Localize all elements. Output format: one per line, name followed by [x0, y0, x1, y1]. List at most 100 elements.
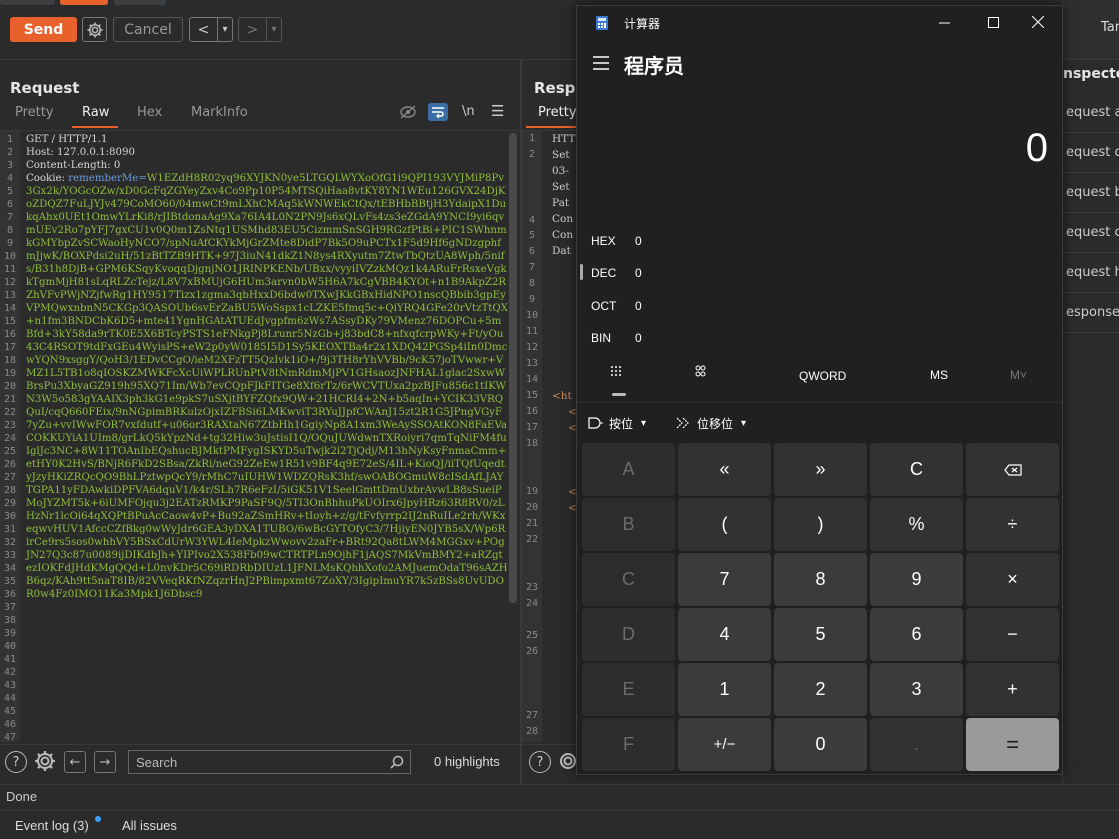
inspector-item[interactable]: equest at	[1063, 93, 1119, 133]
request-editor[interactable]: 1 2 3 4 5 6 7 8 9 10 11 12 13 14 15 16 17 18 19 20 21 22 2…	[0, 130, 520, 742]
all-issues-link[interactable]: All issues	[122, 818, 177, 833]
previous-match-button[interactable]: ←	[64, 751, 86, 773]
search-settings-button[interactable]	[33, 749, 57, 777]
key-3[interactable]: 3	[870, 663, 963, 716]
key-close-paren[interactable]: )	[774, 498, 867, 551]
search-settings-button[interactable]	[556, 749, 576, 777]
line-number: 7	[6, 212, 14, 223]
key-hex-f[interactable]: F	[582, 718, 675, 771]
search-input[interactable]: Search	[128, 750, 411, 774]
line-number: 23	[525, 582, 539, 593]
chevron-down-icon: ▾	[641, 417, 647, 429]
radix-hex[interactable]: HEX 0	[577, 228, 697, 252]
inspector-item[interactable]: equest he	[1063, 253, 1119, 293]
chevron-down-icon: ▾	[741, 417, 747, 429]
next-match-button[interactable]: →	[94, 751, 116, 773]
keypad-icon	[611, 366, 621, 376]
tab-hint[interactable]	[0, 0, 55, 5]
line-number: 13	[3, 290, 17, 301]
radix-bin[interactable]: BIN 0	[577, 325, 697, 349]
word-size-button[interactable]: QWORD	[799, 369, 846, 383]
key-subtract[interactable]: −	[966, 608, 1059, 661]
event-log-link[interactable]: Event log (3)	[15, 818, 89, 833]
bitwise-dropdown[interactable]: 按位 ▾	[587, 413, 646, 433]
key-right-shift[interactable]: »	[774, 443, 867, 496]
minimize-button[interactable]	[929, 10, 959, 34]
close-button[interactable]	[1023, 10, 1053, 34]
send-button[interactable]: Send	[10, 17, 77, 42]
full-keypad-button[interactable]	[610, 365, 628, 383]
forward-history-dropdown[interactable]: ▾	[267, 18, 281, 41]
key-divide[interactable]: ÷	[966, 498, 1059, 551]
status-text: Done	[6, 789, 38, 804]
inspector-item[interactable]: esponse h	[1063, 293, 1119, 333]
key-6[interactable]: 6	[870, 608, 963, 661]
key-hex-a[interactable]: A	[582, 443, 675, 496]
inspector-item[interactable]: equest qu	[1063, 133, 1119, 173]
line-number: 22	[525, 534, 539, 545]
tab-pretty[interactable]: Pretty	[15, 105, 54, 120]
forward-button[interactable]: >	[239, 18, 267, 41]
tab-target[interactable]: Tar	[1101, 20, 1119, 35]
settings-gear-button[interactable]	[82, 17, 107, 42]
memory-store-button[interactable]: MS	[930, 368, 948, 382]
response-line: Pat	[552, 197, 570, 209]
help-icon[interactable]: ?	[5, 751, 27, 773]
hamburger-menu-button[interactable]	[593, 56, 611, 70]
key-negate[interactable]: +/−	[678, 718, 771, 771]
tab-hint-active[interactable]	[60, 0, 108, 5]
cookie-name: rememberMe=	[68, 173, 147, 184]
radix-label: OCT	[591, 299, 617, 313]
key-clear[interactable]: C	[870, 443, 963, 496]
back-button[interactable]: <	[190, 18, 218, 41]
key-hex-d[interactable]: D	[582, 608, 675, 661]
hide-nonprintable-button[interactable]	[398, 103, 418, 121]
cancel-button[interactable]: Cancel	[113, 17, 183, 42]
key-decimal[interactable]: .	[870, 718, 963, 771]
key-open-paren[interactable]: (	[678, 498, 771, 551]
word-wrap-toggle[interactable]	[428, 103, 448, 121]
bit-toggle-keypad-button[interactable]	[694, 365, 712, 383]
editor-menu-icon[interactable]: ☰	[491, 102, 504, 120]
inspector-item[interactable]: equest bo	[1063, 173, 1119, 213]
back-history-dropdown[interactable]: ▾	[218, 18, 232, 41]
line-number: 15	[3, 316, 17, 327]
key-1[interactable]: 1	[678, 663, 771, 716]
bitshift-dropdown[interactable]: 位移位 ▾	[675, 413, 746, 433]
key-equals[interactable]: =	[966, 718, 1059, 771]
maximize-button[interactable]	[978, 10, 1008, 34]
memory-list-button[interactable]: M˅	[1010, 368, 1027, 382]
key-mod[interactable]: %	[870, 498, 963, 551]
tab-markinfo[interactable]: MarkInfo	[191, 105, 248, 120]
key-2[interactable]: 2	[774, 663, 867, 716]
request-text[interactable]: GET / HTTP/1.1 Host: 127.0.0.1:8090 Conten…	[26, 133, 508, 601]
tab-hint[interactable]	[114, 0, 166, 5]
vertical-scrollbar[interactable]	[509, 133, 517, 603]
key-backspace[interactable]	[966, 443, 1059, 496]
key-multiply[interactable]: ×	[966, 553, 1059, 606]
key-5[interactable]: 5	[774, 608, 867, 661]
key-left-shift[interactable]: «	[678, 443, 771, 496]
radix-oct[interactable]: OCT 0	[577, 293, 697, 317]
show-newlines-button[interactable]: \n	[462, 104, 475, 119]
highlights-count: 0 highlights	[434, 754, 500, 769]
key-hex-e[interactable]: E	[582, 663, 675, 716]
key-hex-c[interactable]: C	[582, 553, 675, 606]
help-icon[interactable]: ?	[529, 751, 551, 773]
key-hex-b[interactable]: B	[582, 498, 675, 551]
radix-value: 0	[635, 234, 642, 248]
radix-dec[interactable]: DEC 0	[577, 260, 697, 284]
radix-label: BIN	[591, 331, 612, 345]
key-add[interactable]: +	[966, 663, 1059, 716]
key-9[interactable]: 9	[870, 553, 963, 606]
key-4[interactable]: 4	[678, 608, 771, 661]
tab-pretty-response[interactable]: Pretty	[538, 105, 577, 120]
line-number-4: 4	[6, 173, 14, 184]
key-8[interactable]: 8	[774, 553, 867, 606]
tab-hex[interactable]: Hex	[137, 105, 162, 120]
key-0[interactable]: 0	[774, 718, 867, 771]
response-editor[interactable]: 1 2 4 5 6 7 8 9 10 11 12 13 14 15 16 17 …	[522, 130, 582, 742]
key-7[interactable]: 7	[678, 553, 771, 606]
tab-raw[interactable]: Raw	[82, 105, 109, 120]
inspector-item[interactable]: equest co	[1063, 213, 1119, 253]
